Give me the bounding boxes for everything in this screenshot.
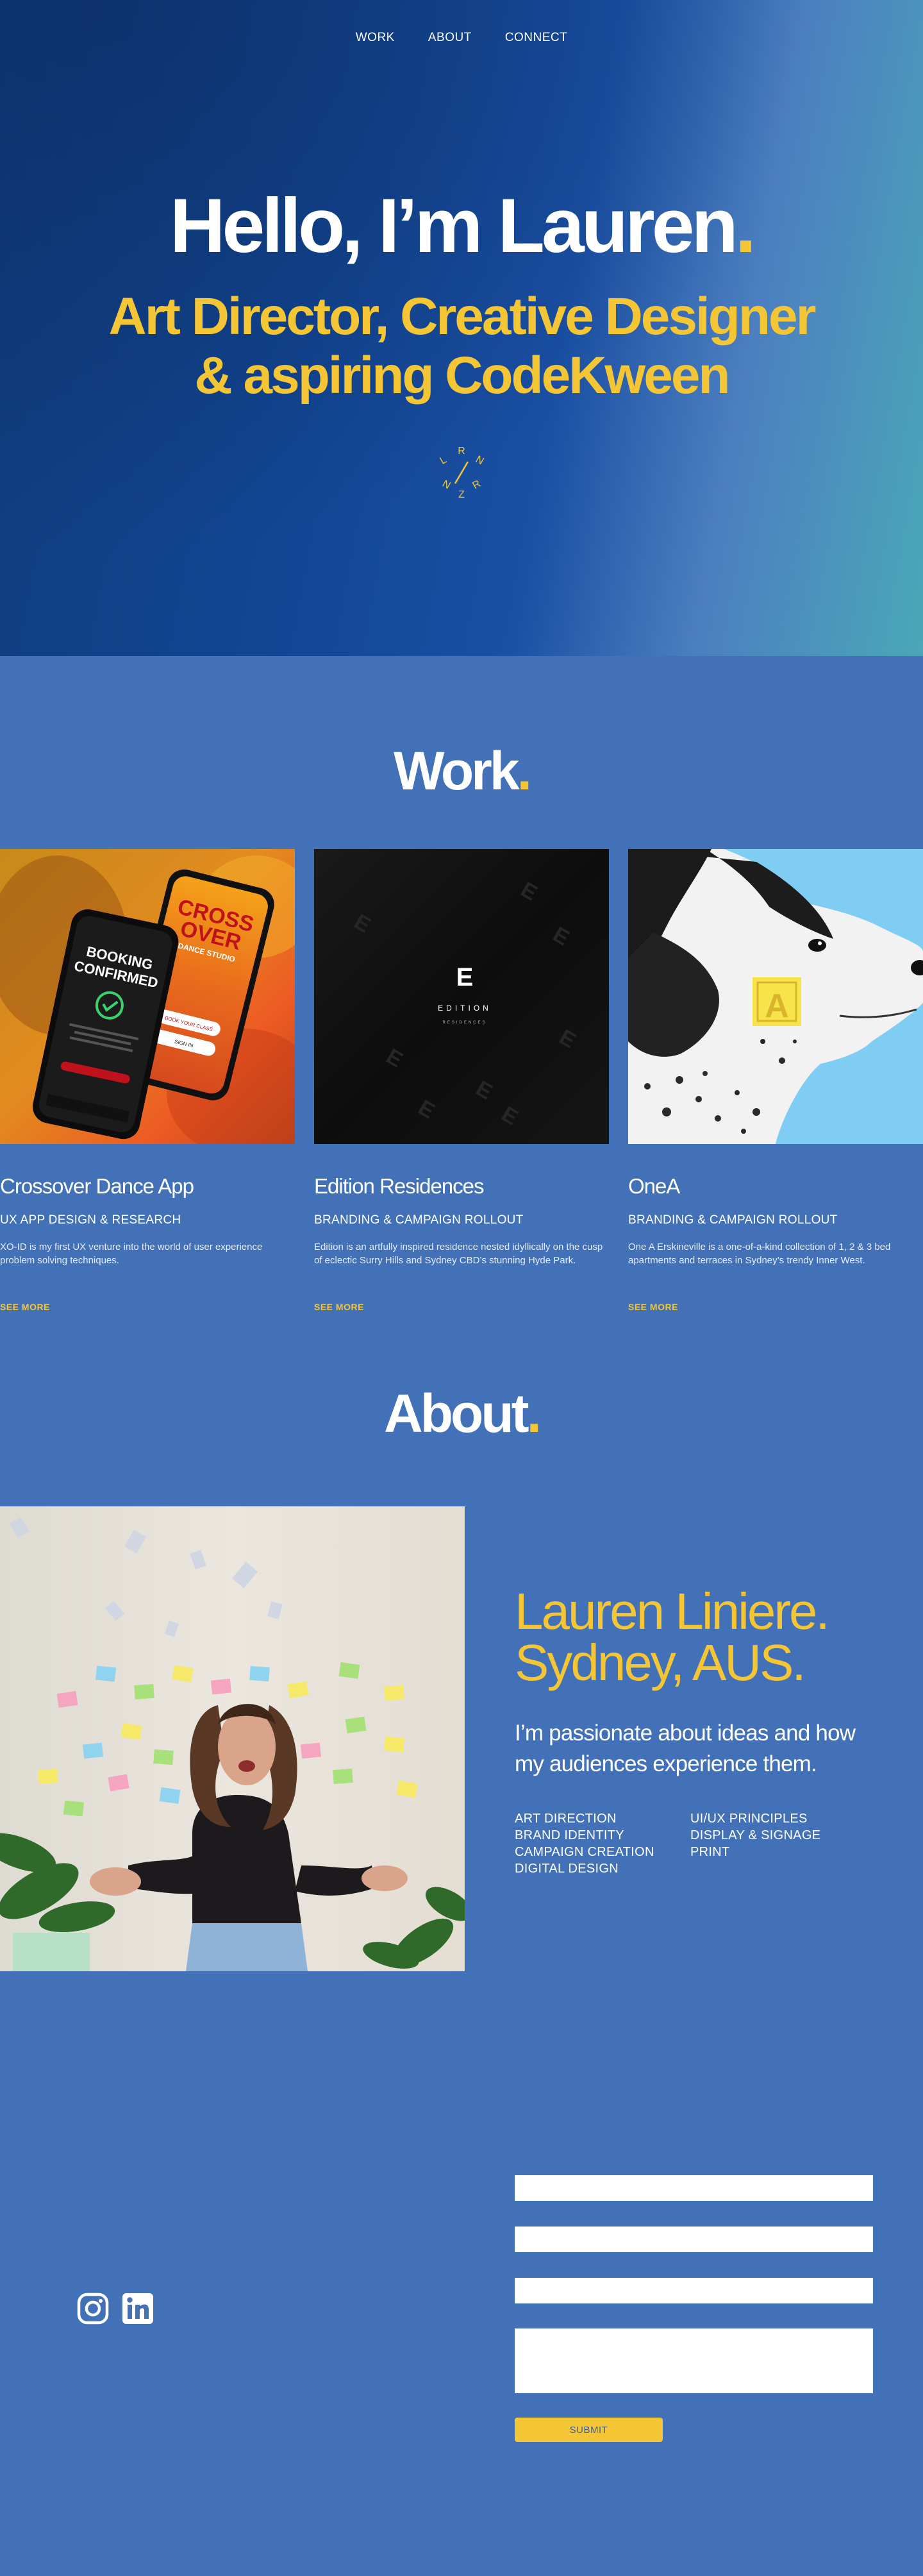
crossover-artwork: CROSS OVER DANCE STUDIO BOOK YOUR CLASS …: [0, 849, 295, 1144]
onea-artwork: A: [628, 849, 923, 1144]
skill-item: PRINT: [690, 1845, 730, 1859]
instagram-icon[interactable]: [76, 2292, 110, 2325]
edition-image[interactable]: E E E E E E E E E EDITION RESIDENCES: [314, 849, 609, 1144]
project-card-onea[interactable]: A OneA BRANDING & CAMPAIGN ROLLOUT One A…: [628, 849, 923, 1312]
edition-subword: RESIDENCES: [442, 1021, 486, 1025]
project-name[interactable]: Edition Residences: [314, 1174, 609, 1199]
contact-subject-input[interactable]: [515, 2278, 873, 2303]
about-lead: I’m passionate about ideas and how my au…: [515, 1721, 856, 1776]
monogram-letter-5: Z: [458, 489, 465, 500]
skill-item: CAMPAIGN CREATION: [515, 1845, 654, 1859]
linkedin-icon[interactable]: [121, 2292, 154, 2325]
about-name-line1: Lauren Liniere.: [515, 1583, 830, 1640]
about-name: Lauren Liniere. Sydney, AUS.: [515, 1583, 830, 1691]
main-nav: WORK ABOUT CONNECT: [0, 31, 923, 45]
see-more-link-edition[interactable]: SEE MORE: [314, 1302, 364, 1312]
monogram-letter-3: N: [474, 454, 486, 467]
monogram-letter-6: R: [470, 478, 483, 492]
contact-name-input[interactable]: [515, 2175, 873, 2201]
hero-subtitle-line1: Art Director, Creative Designer: [108, 287, 816, 346]
project-name[interactable]: Crossover Dance App: [0, 1174, 295, 1199]
social-links: [76, 2292, 154, 2325]
work-title: Work.: [0, 744, 923, 798]
contact-email-input[interactable]: [515, 2227, 873, 2252]
work-title-dot: .: [517, 741, 532, 801]
project-description: Edition is an artfully inspired residenc…: [314, 1242, 603, 1266]
edition-wordmark: EDITION: [438, 1004, 492, 1013]
see-more-link-crossover[interactable]: SEE MORE: [0, 1302, 50, 1312]
about-title-dot: .: [526, 1383, 542, 1444]
project-category: UX APP DESIGN & RESEARCH: [0, 1213, 181, 1227]
project-category: BRANDING & CAMPAIGN ROLLOUT: [314, 1213, 524, 1227]
project-description: One A Erskineville is a one-of-a-kind co…: [628, 1242, 891, 1266]
onea-badge: A: [765, 988, 789, 1025]
hero-section: WORK ABOUT CONNECT Hello, I’m Lauren. Ar…: [0, 0, 923, 656]
project-card-crossover[interactable]: CROSS OVER DANCE STUDIO BOOK YOUR CLASS …: [0, 849, 295, 1312]
skill-item: UI/UX PRINCIPLES: [690, 1812, 808, 1826]
hero-subtitle-line2: & aspiring CodeKween: [194, 346, 730, 405]
about-title: About.: [0, 1386, 923, 1440]
portrait-image: [0, 1506, 465, 1971]
edition-artwork: E E E E E E E E E EDITION RESIDENCES: [314, 849, 609, 1144]
monogram-letter-1: L: [438, 454, 449, 466]
submit-button[interactable]: SUBMIT: [515, 2418, 663, 2442]
onea-image[interactable]: A: [628, 849, 923, 1144]
skills-list: ART DIRECTION UI/UX PRINCIPLES BRAND IDE…: [515, 1810, 848, 1877]
project-card-edition[interactable]: E E E E E E E E E EDITION RESIDENCES Edi…: [314, 849, 609, 1312]
crossover-image[interactable]: CROSS OVER DANCE STUDIO BOOK YOUR CLASS …: [0, 849, 295, 1144]
hero-title-text: Hello, I’m Lauren: [169, 183, 738, 269]
about-title-text: About: [384, 1383, 529, 1444]
work-title-text: Work: [394, 741, 519, 801]
skill-item: DIGITAL DESIGN: [515, 1862, 619, 1876]
hero-title-dot: .: [735, 183, 756, 269]
nav-work-link[interactable]: WORK: [356, 31, 395, 45]
nav-about-link[interactable]: ABOUT: [428, 31, 472, 45]
monogram-logo: L R N N Z R: [438, 446, 486, 500]
edition-letter: E: [456, 963, 474, 991]
see-more-link-onea[interactable]: SEE MORE: [628, 1302, 678, 1312]
hero-subtitle: Art Director, Creative Designer & aspiri…: [0, 287, 923, 405]
project-category: BRANDING & CAMPAIGN ROLLOUT: [628, 1213, 838, 1227]
skill-item: DISPLAY & SIGNAGE: [690, 1828, 821, 1842]
about-photo: [0, 1506, 465, 1971]
hero-title: Hello, I’m Lauren.: [0, 187, 923, 264]
monogram-letter-4: N: [440, 478, 453, 492]
project-name[interactable]: OneA: [628, 1174, 923, 1199]
about-name-line2: Sydney, AUS.: [515, 1634, 806, 1691]
contact-message-textarea[interactable]: [515, 2328, 873, 2393]
skill-item: BRAND IDENTITY: [515, 1828, 624, 1842]
project-description: XO-ID is my first UX venture into the wo…: [0, 1242, 263, 1266]
nav-connect-link[interactable]: CONNECT: [505, 31, 567, 45]
skill-item: ART DIRECTION: [515, 1812, 617, 1826]
monogram-letter-2: R: [458, 446, 465, 457]
